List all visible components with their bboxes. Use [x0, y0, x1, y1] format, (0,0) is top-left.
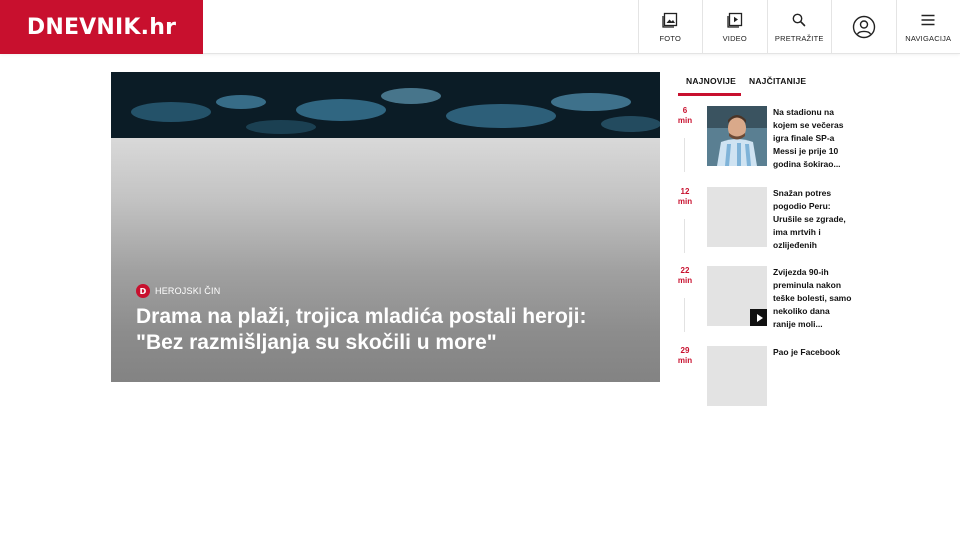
- site-header: DNEVNIK.hr FOTO VIDEO PRETRAŽITE NAVIGAC…: [0, 0, 960, 54]
- time-value: 12: [680, 187, 690, 196]
- dnevnik-badge-icon: D: [136, 284, 150, 298]
- hero-category[interactable]: HEROJSKI ČIN: [155, 286, 220, 296]
- nav-profile-button[interactable]: [831, 0, 896, 54]
- video-icon: [727, 12, 742, 28]
- logo-text: DNEVNIK.hr: [26, 14, 177, 40]
- hero-article[interactable]: D HEROJSKI ČIN Drama na plaži, trojica m…: [111, 72, 660, 382]
- time-ago: 6 min: [676, 106, 694, 126]
- timeline-divider: [684, 298, 685, 332]
- time-value: 29: [680, 346, 690, 355]
- nav-video-button[interactable]: VIDEO: [702, 0, 767, 54]
- timeline-divider: [684, 138, 685, 172]
- time-unit: min: [677, 276, 693, 285]
- search-icon: [792, 13, 806, 26]
- tab-najnovije[interactable]: NAJNOVIJE: [678, 72, 741, 96]
- time-ago: 22 min: [676, 266, 694, 286]
- tab-najcitanije[interactable]: NAJČITANIJE: [741, 72, 814, 96]
- list-item[interactable]: 12 min Snažan potres pogodio Peru: Uruši…: [676, 187, 876, 253]
- time-value: 22: [680, 266, 690, 275]
- top-nav: FOTO VIDEO PRETRAŽITE NAVIGACIJA: [637, 0, 960, 54]
- article-thumbnail[interactable]: [707, 106, 767, 166]
- article-headline[interactable]: Zvijezda 90-ih preminula nakon teške bol…: [773, 266, 853, 331]
- time-unit: min: [677, 197, 693, 206]
- sidebar-tabs: NAJNOVIJE NAJČITANIJE: [678, 72, 814, 96]
- site-logo[interactable]: DNEVNIK.hr: [0, 0, 203, 54]
- menu-icon: [921, 14, 935, 25]
- article-thumbnail[interactable]: [707, 266, 767, 326]
- list-item[interactable]: 29 min Pao je Facebook: [676, 346, 876, 406]
- article-headline[interactable]: Pao je Facebook: [773, 346, 853, 359]
- user-icon: [852, 15, 875, 39]
- hero-title[interactable]: Drama na plaži, trojica mladića postali …: [136, 304, 636, 356]
- article-headline[interactable]: Na stadionu na kojem se večeras igra fin…: [773, 106, 853, 171]
- hero-image: [111, 72, 660, 138]
- play-icon[interactable]: [750, 309, 767, 326]
- time-unit: min: [677, 356, 693, 365]
- nav-search-button[interactable]: PRETRAŽITE: [766, 0, 832, 54]
- article-headline[interactable]: Snažan potres pogodio Peru: Urušile se z…: [773, 187, 853, 252]
- time-ago: 29 min: [676, 346, 694, 366]
- time-ago: 12 min: [676, 187, 694, 207]
- nav-foto-label: FOTO: [659, 33, 681, 43]
- nav-menu-button[interactable]: NAVIGACIJA: [895, 0, 960, 54]
- nav-menu-label: NAVIGACIJA: [905, 33, 952, 43]
- timeline-divider: [684, 219, 685, 253]
- nav-video-label: VIDEO: [722, 33, 747, 43]
- article-thumbnail[interactable]: [707, 187, 767, 247]
- time-value: 6: [682, 106, 688, 115]
- time-unit: min: [677, 116, 693, 125]
- nav-foto-button[interactable]: FOTO: [637, 0, 703, 54]
- nav-search-label: PRETRAŽITE: [774, 33, 824, 43]
- photo-icon: [662, 12, 678, 28]
- list-item[interactable]: 6 min Na stadionu na kojem se večeras ig…: [676, 106, 876, 172]
- hero-meta: D HEROJSKI ČIN: [136, 284, 220, 298]
- list-item[interactable]: 22 min Zvijezda 90-ih preminula nakon te…: [676, 266, 876, 332]
- article-thumbnail[interactable]: [707, 346, 767, 406]
